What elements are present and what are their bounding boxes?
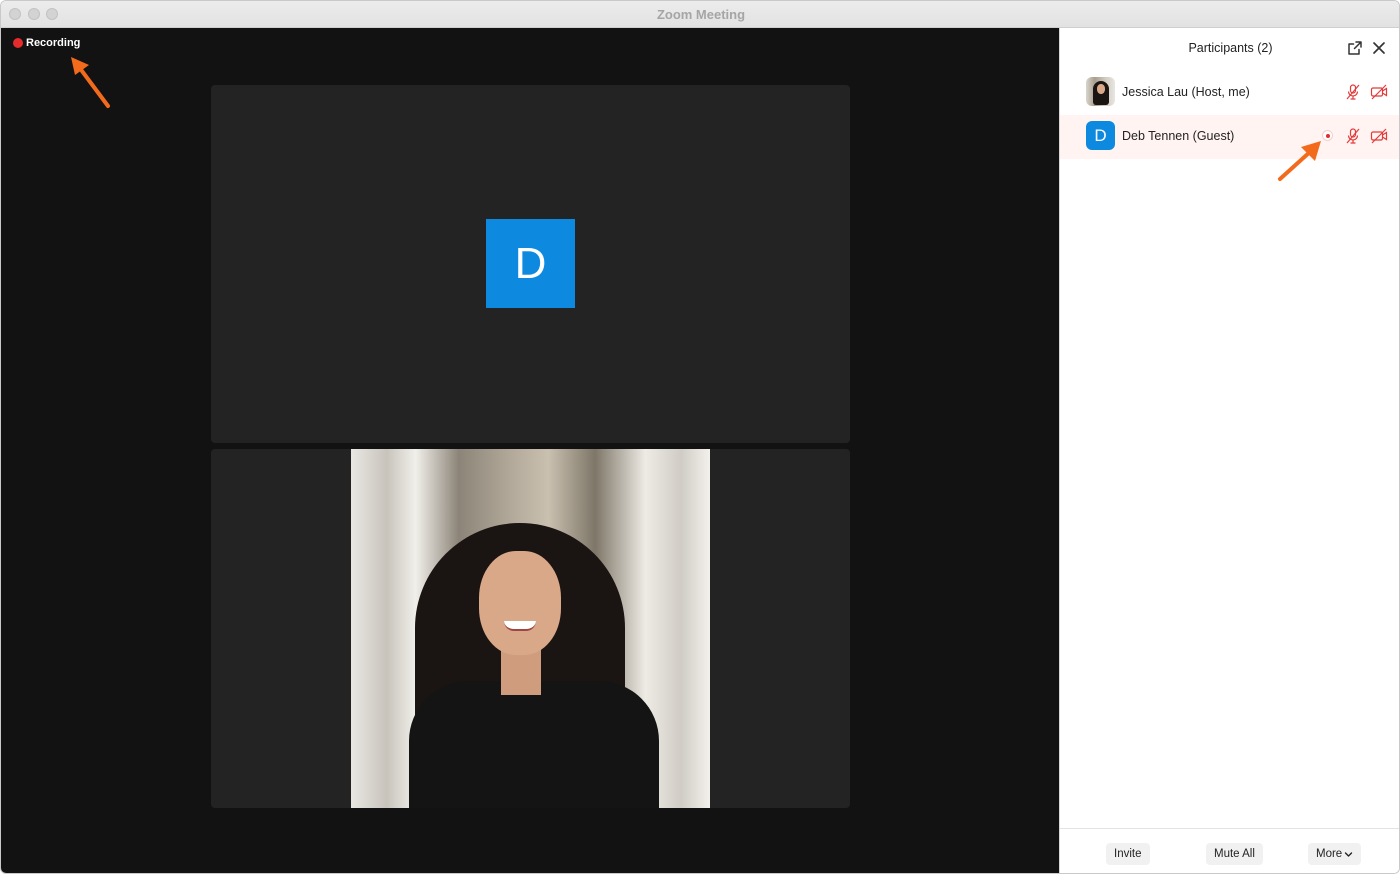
close-icon[interactable] [1371, 40, 1387, 56]
mic-muted-icon[interactable] [1344, 83, 1362, 101]
zoom-window: Zoom Meeting Recording D Participants (2… [0, 0, 1400, 874]
mute-all-button[interactable]: Mute All [1206, 843, 1263, 865]
participant-name: Deb Tennen (Guest) [1122, 129, 1235, 143]
participant-name: Jessica Lau (Host, me) [1122, 85, 1250, 99]
participant-video-feed [351, 449, 710, 808]
recording-indicator: Recording [13, 37, 80, 49]
more-button-label: More [1316, 848, 1343, 860]
mic-muted-icon[interactable] [1344, 127, 1362, 145]
meeting-area: Recording D [1, 28, 1059, 873]
mute-all-button-label: Mute All [1214, 848, 1255, 860]
recording-dot-icon [13, 38, 23, 48]
participant-row[interactable]: Jessica Lau (Host, me) [1060, 71, 1399, 115]
video-tile-deb[interactable]: D [211, 85, 850, 443]
invite-button[interactable]: Invite [1106, 843, 1150, 865]
popout-icon[interactable] [1347, 40, 1363, 56]
chevron-down-icon [1345, 851, 1353, 857]
annotation-arrow-icon [1278, 141, 1321, 181]
annotation-arrow-icon [71, 57, 110, 108]
video-off-icon[interactable] [1370, 83, 1388, 101]
avatar: D [1086, 121, 1115, 150]
participant-row[interactable]: D Deb Tennen (Guest) [1060, 115, 1399, 159]
title-bar: Zoom Meeting [1, 1, 1399, 28]
invite-button-label: Invite [1114, 848, 1142, 860]
participants-panel: Participants (2) Jessica Lau (Host, me) … [1059, 28, 1399, 873]
video-tile-jessica[interactable] [211, 449, 850, 808]
participants-footer: Invite Mute All More [1060, 828, 1399, 873]
avatar [1086, 77, 1115, 106]
video-off-icon[interactable] [1370, 127, 1388, 145]
window-title: Zoom Meeting [656, 7, 746, 22]
more-button[interactable]: More [1308, 843, 1362, 865]
recording-label: Recording [26, 37, 81, 49]
participant-avatar-initial: D [486, 219, 575, 308]
